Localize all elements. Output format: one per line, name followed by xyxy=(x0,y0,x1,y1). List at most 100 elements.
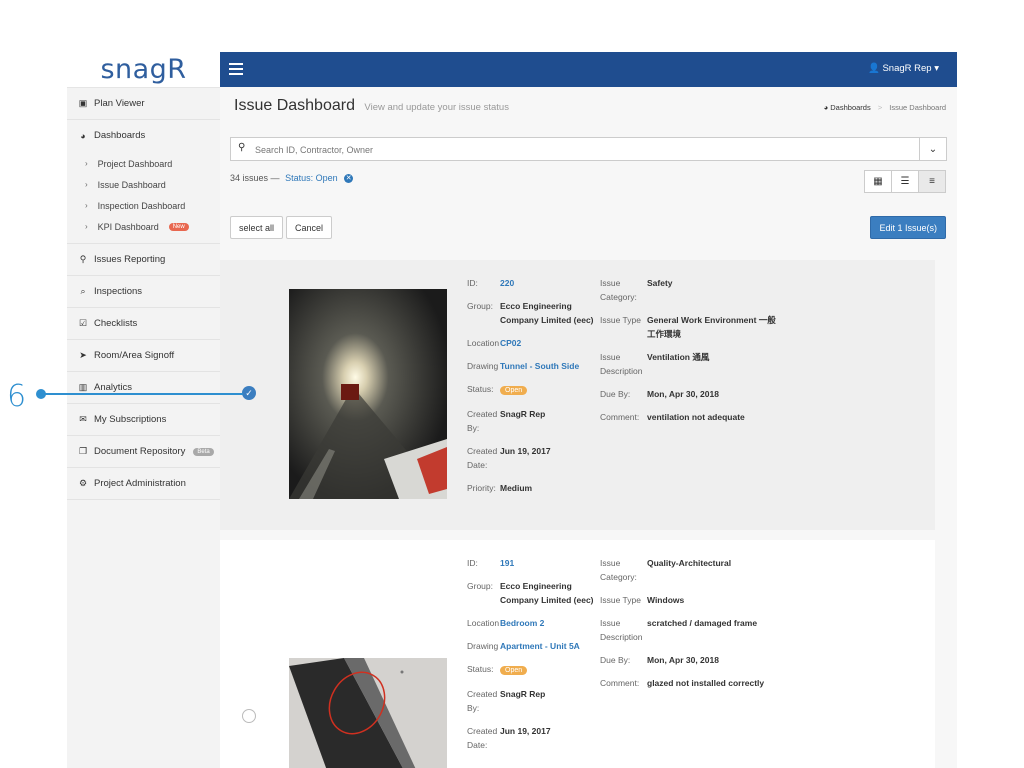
search-icon: ⌕ xyxy=(80,286,86,296)
issue-card[interactable]: ✓ ID: 220 Group: Ecco Engineering Compan… xyxy=(220,260,935,530)
cancel-button[interactable]: Cancel xyxy=(286,216,333,239)
issue-card[interactable]: ID: 191 Group: Ecco Engineering Company Li… xyxy=(220,540,935,768)
caret-down-icon: ▾ xyxy=(934,63,939,74)
search-dropdown-button[interactable]: ⌄ xyxy=(919,138,946,160)
sidebar-item-my-subscriptions[interactable]: ✉ My Subscriptions xyxy=(67,404,220,436)
field-label: Drawing xyxy=(467,361,499,371)
field-label: Due By: xyxy=(600,389,631,399)
sidebar-item-label: Inspections xyxy=(94,286,143,297)
field-label: Comment: xyxy=(600,678,640,688)
sidebar-item-project-administration[interactable]: ⚙ Project Administration xyxy=(67,468,220,500)
issue-created-by: SnagR Rep xyxy=(500,689,546,699)
field-label: Location xyxy=(467,338,500,348)
issue-created-by: SnagR Rep xyxy=(500,409,546,419)
sidebar-item-plan-viewer[interactable]: ▣ Plan Viewer xyxy=(67,88,220,120)
field-label: Priority: xyxy=(467,483,496,493)
status-filter[interactable]: Status: Open xyxy=(285,173,338,183)
issue-location[interactable]: CP02 xyxy=(500,336,521,350)
chevron-right-icon: › xyxy=(85,201,88,210)
issue-created-date: Jun 19, 2017 xyxy=(500,726,551,736)
select-all-button[interactable]: select all xyxy=(230,216,284,239)
bar-chart-icon: ▥ xyxy=(78,382,88,392)
breadcrumb-root[interactable]: Dashboards xyxy=(830,103,870,112)
annotation-line xyxy=(40,393,243,395)
page-header: Issue Dashboard View and update your iss… xyxy=(220,87,957,125)
field-label: Issue Description xyxy=(600,618,643,642)
field-label: Status: xyxy=(467,384,494,394)
field-label: Issue Description xyxy=(600,352,643,376)
sidebar-item-dashboards[interactable]: ◕ Dashboards xyxy=(67,120,220,151)
issue-group: Ecco Engineering Company Limited (eec) xyxy=(500,301,594,325)
issue-id[interactable]: 191 xyxy=(500,556,514,570)
sidebar-item-checklists[interactable]: ☑ Checklists xyxy=(67,308,220,340)
filter-summary: 34 issues — Status: Open ✕ xyxy=(230,173,354,184)
issue-id[interactable]: 220 xyxy=(500,276,514,290)
issue-fields-left: ID: 220 Group: Ecco Engineering Company Li… xyxy=(467,276,597,504)
top-navbar: 👤 SnagR Rep ▾ xyxy=(220,52,957,87)
beta-badge: Beta xyxy=(193,447,214,456)
issue-due: Mon, Apr 30, 2018 xyxy=(647,389,719,399)
field-label: Comment: xyxy=(600,412,640,422)
sidebar-subitem-project-dashboard[interactable]: › Project Dashboard xyxy=(67,153,220,174)
sidebar-item-inspections[interactable]: ⌕ Inspections xyxy=(67,276,220,308)
sidebar-item-label: Project Administration xyxy=(94,478,186,489)
detail-view-icon[interactable]: ≡ xyxy=(919,171,945,192)
search-input[interactable] xyxy=(253,141,917,158)
field-label: Location xyxy=(467,618,500,628)
page-title: Issue Dashboard xyxy=(234,97,355,114)
edit-issues-button[interactable]: Edit 1 Issue(s) xyxy=(870,216,946,239)
issue-created-date: Jun 19, 2017 xyxy=(500,446,551,456)
sidebar-subitem-label: Inspection Dashboard xyxy=(97,200,186,211)
logo[interactable]: snagR xyxy=(67,52,220,88)
app-window: snagR ▣ Plan Viewer ◕ Dashboards › Projec… xyxy=(67,52,957,768)
sidebar-subitem-label: Issue Dashboard xyxy=(97,179,166,190)
issue-location[interactable]: Bedroom 2 xyxy=(500,616,544,630)
field-label: ID: xyxy=(467,278,478,288)
chevron-down-icon: ⌄ xyxy=(928,143,938,155)
issue-fields-right: Issue Category: Quality-Architectural Iss… xyxy=(600,556,780,699)
sidebar-item-issues-reporting[interactable]: ⚲ Issues Reporting xyxy=(67,244,220,276)
sidebar-item-document-repository[interactable]: ❐ Document Repository Beta xyxy=(67,436,220,468)
issue-type: Windows xyxy=(647,595,685,605)
field-label: Status: xyxy=(467,664,494,674)
list-view-icon[interactable]: ☰ xyxy=(892,171,919,192)
sidebar: snagR ▣ Plan Viewer ◕ Dashboards › Projec… xyxy=(67,52,221,768)
issue-priority: Medium xyxy=(500,483,533,493)
issue-group: Ecco Engineering Company Limited (eec) xyxy=(500,581,594,605)
grid-view-icon[interactable]: ▦ xyxy=(865,171,892,192)
view-toggle-group: ▦ ☰ ≡ xyxy=(864,170,946,193)
user-name: SnagR Rep xyxy=(882,63,932,74)
unselected-radio-icon[interactable] xyxy=(242,709,256,723)
selected-check-icon[interactable]: ✓ xyxy=(242,386,256,400)
sidebar-item-label: Checklists xyxy=(94,318,138,329)
sidebar-item-analytics[interactable]: ▥ Analytics xyxy=(67,372,220,404)
sidebar-item-label: Document Repository xyxy=(94,446,186,457)
sidebar-subitem-issue-dashboard[interactable]: › Issue Dashboard xyxy=(67,174,220,195)
field-label: Issue Type xyxy=(600,595,641,605)
status-badge: Open xyxy=(500,386,528,395)
issue-photo-window[interactable] xyxy=(289,658,447,768)
gears-icon: ⚙ xyxy=(78,478,88,488)
sidebar-subitem-inspection-dashboard[interactable]: › Inspection Dashboard xyxy=(67,195,220,216)
issue-photo-tunnel[interactable] xyxy=(289,289,447,499)
issue-fields-left: ID: 191 Group: Ecco Engineering Company Li… xyxy=(467,556,597,761)
user-menu[interactable]: 👤 SnagR Rep ▾ xyxy=(868,63,939,74)
remove-filter-icon[interactable]: ✕ xyxy=(344,174,354,184)
hamburger-menu-icon[interactable] xyxy=(229,63,243,75)
sidebar-item-label: Plan Viewer xyxy=(94,98,145,109)
annotation-number: 6 xyxy=(7,379,27,414)
page-title-block: Issue Dashboard View and update your iss… xyxy=(234,97,509,115)
sidebar-subitem-label: KPI Dashboard xyxy=(97,221,159,232)
field-label: Drawing xyxy=(467,641,499,651)
field-label: Created Date: xyxy=(467,726,498,750)
documents-icon: ❐ xyxy=(78,446,88,456)
field-label: Issue Type xyxy=(600,315,641,325)
sidebar-item-room-area-signoff[interactable]: ➤ Room/Area Signoff xyxy=(67,340,220,372)
field-label: Issue Category: xyxy=(600,278,637,302)
sidebar-subitem-kpi-dashboard[interactable]: › KPI Dashboard New xyxy=(67,216,220,237)
chevron-right-icon: › xyxy=(85,159,88,168)
issue-drawing[interactable]: Apartment - Unit 5A xyxy=(500,639,580,653)
tunnel-photo xyxy=(289,289,447,499)
issue-drawing[interactable]: Tunnel - South Side xyxy=(500,359,579,373)
window-photo xyxy=(289,658,447,768)
